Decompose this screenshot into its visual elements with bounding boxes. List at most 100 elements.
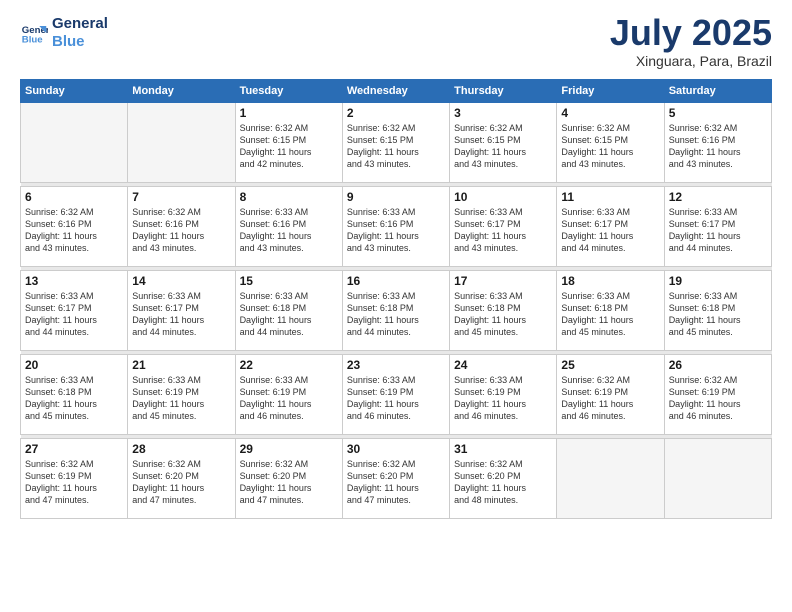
day-info: Sunrise: 6:33 AM Sunset: 6:17 PM Dayligh… xyxy=(669,206,767,255)
day-header: Tuesday xyxy=(235,80,342,103)
day-info: Sunrise: 6:33 AM Sunset: 6:16 PM Dayligh… xyxy=(347,206,445,255)
calendar-cell: 23Sunrise: 6:33 AM Sunset: 6:19 PM Dayli… xyxy=(342,355,449,435)
calendar-cell: 4Sunrise: 6:32 AM Sunset: 6:15 PM Daylig… xyxy=(557,103,664,183)
day-number: 25 xyxy=(561,358,659,372)
day-number: 28 xyxy=(132,442,230,456)
day-info: Sunrise: 6:32 AM Sunset: 6:20 PM Dayligh… xyxy=(240,458,338,507)
day-number: 15 xyxy=(240,274,338,288)
day-number: 5 xyxy=(669,106,767,120)
day-number: 31 xyxy=(454,442,552,456)
day-info: Sunrise: 6:33 AM Sunset: 6:17 PM Dayligh… xyxy=(25,290,123,339)
day-number: 30 xyxy=(347,442,445,456)
day-number: 3 xyxy=(454,106,552,120)
calendar-cell: 20 Sunrise: 6:33 AM Sunset: 6:18 PM Dayli… xyxy=(21,355,128,435)
day-number: 6 xyxy=(25,190,123,204)
day-info: Sunrise: 6:32 AM Sunset: 6:19 PM Dayligh… xyxy=(25,458,123,507)
day-info: Sunrise: 6:33 AM Sunset: 6:18 PM Dayligh… xyxy=(454,290,552,339)
day-number: 18 xyxy=(561,274,659,288)
day-number: 20 xyxy=(25,358,123,372)
day-number: 14 xyxy=(132,274,230,288)
day-number: 17 xyxy=(454,274,552,288)
calendar-cell: 11 Sunrise: 6:33 AM Sunset: 6:17 PM Dayli… xyxy=(557,187,664,267)
day-info: Sunrise: 6:33 AM Sunset: 6:16 PM Dayligh… xyxy=(240,206,338,255)
day-header: Thursday xyxy=(450,80,557,103)
calendar-cell xyxy=(557,439,664,519)
day-info: Sunrise: 6:33 AM Sunset: 6:18 PM Dayligh… xyxy=(25,374,123,423)
day-info: Sunrise: 6:33 AM Sunset: 6:17 PM Dayligh… xyxy=(454,206,552,255)
day-number: 21 xyxy=(132,358,230,372)
title-section: July 2025 Xinguara, Para, Brazil xyxy=(610,15,772,69)
day-number: 16 xyxy=(347,274,445,288)
day-info: Sunrise: 6:32 AM Sunset: 6:15 PM Dayligh… xyxy=(240,122,338,171)
day-info: Sunrise: 6:32 AM Sunset: 6:19 PM Dayligh… xyxy=(669,374,767,423)
day-number: 10 xyxy=(454,190,552,204)
calendar-cell: 29 Sunrise: 6:32 AM Sunset: 6:20 PM Dayli… xyxy=(235,439,342,519)
day-info: Sunrise: 6:32 AM Sunset: 6:16 PM Dayligh… xyxy=(669,122,767,171)
day-header: Friday xyxy=(557,80,664,103)
calendar-cell: 7 Sunrise: 6:32 AM Sunset: 6:16 PM Daylig… xyxy=(128,187,235,267)
day-number: 7 xyxy=(132,190,230,204)
calendar-cell: 22 Sunrise: 6:33 AM Sunset: 6:19 PM Dayli… xyxy=(235,355,342,435)
day-header: Monday xyxy=(128,80,235,103)
calendar-cell: 13 Sunrise: 6:33 AM Sunset: 6:17 PM Dayli… xyxy=(21,271,128,351)
calendar-cell: 1Sunrise: 6:32 AM Sunset: 6:15 PM Daylig… xyxy=(235,103,342,183)
calendar-cell: 6 Sunrise: 6:32 AM Sunset: 6:16 PM Daylig… xyxy=(21,187,128,267)
day-number: 2 xyxy=(347,106,445,120)
day-header: Sunday xyxy=(21,80,128,103)
calendar-cell: 18 Sunrise: 6:33 AM Sunset: 6:18 PM Dayli… xyxy=(557,271,664,351)
day-info: Sunrise: 6:32 AM Sunset: 6:20 PM Dayligh… xyxy=(347,458,445,507)
day-number: 4 xyxy=(561,106,659,120)
calendar-cell: 28 Sunrise: 6:32 AM Sunset: 6:20 PM Dayli… xyxy=(128,439,235,519)
day-info: Sunrise: 6:33 AM Sunset: 6:17 PM Dayligh… xyxy=(561,206,659,255)
day-header: Saturday xyxy=(664,80,771,103)
day-info: Sunrise: 6:32 AM Sunset: 6:20 PM Dayligh… xyxy=(454,458,552,507)
day-info: Sunrise: 6:33 AM Sunset: 6:18 PM Dayligh… xyxy=(669,290,767,339)
day-info: Sunrise: 6:33 AM Sunset: 6:17 PM Dayligh… xyxy=(132,290,230,339)
day-info: Sunrise: 6:32 AM Sunset: 6:20 PM Dayligh… xyxy=(132,458,230,507)
calendar-cell: 31 Sunrise: 6:32 AM Sunset: 6:20 PM Dayli… xyxy=(450,439,557,519)
calendar-cell: 8 Sunrise: 6:33 AM Sunset: 6:16 PM Daylig… xyxy=(235,187,342,267)
calendar-cell: 26 Sunrise: 6:32 AM Sunset: 6:19 PM Dayli… xyxy=(664,355,771,435)
day-info: Sunrise: 6:33 AM Sunset: 6:19 PM Dayligh… xyxy=(454,374,552,423)
calendar-cell: 12 Sunrise: 6:33 AM Sunset: 6:17 PM Dayli… xyxy=(664,187,771,267)
day-number: 8 xyxy=(240,190,338,204)
day-number: 9 xyxy=(347,190,445,204)
day-info: Sunrise: 6:32 AM Sunset: 6:15 PM Dayligh… xyxy=(347,122,445,171)
calendar-cell: 9 Sunrise: 6:33 AM Sunset: 6:16 PM Daylig… xyxy=(342,187,449,267)
calendar-cell: 15 Sunrise: 6:33 AM Sunset: 6:18 PM Dayli… xyxy=(235,271,342,351)
day-info: Sunrise: 6:33 AM Sunset: 6:18 PM Dayligh… xyxy=(240,290,338,339)
day-info: Sunrise: 6:32 AM Sunset: 6:16 PM Dayligh… xyxy=(132,206,230,255)
logo-line1: General xyxy=(52,15,108,33)
calendar-cell: 17 Sunrise: 6:33 AM Sunset: 6:18 PM Dayli… xyxy=(450,271,557,351)
day-info: Sunrise: 6:33 AM Sunset: 6:19 PM Dayligh… xyxy=(347,374,445,423)
day-number: 11 xyxy=(561,190,659,204)
day-info: Sunrise: 6:33 AM Sunset: 6:19 PM Dayligh… xyxy=(240,374,338,423)
day-info: Sunrise: 6:32 AM Sunset: 6:16 PM Dayligh… xyxy=(25,206,123,255)
calendar-cell: 16 Sunrise: 6:33 AM Sunset: 6:18 PM Dayli… xyxy=(342,271,449,351)
svg-text:Blue: Blue xyxy=(22,35,43,46)
logo-line2: Blue xyxy=(52,33,108,51)
day-number: 26 xyxy=(669,358,767,372)
calendar-cell: 27Sunrise: 6:32 AM Sunset: 6:19 PM Dayli… xyxy=(21,439,128,519)
calendar-cell: 24Sunrise: 6:33 AM Sunset: 6:19 PM Dayli… xyxy=(450,355,557,435)
day-header: Wednesday xyxy=(342,80,449,103)
calendar-cell: 14 Sunrise: 6:33 AM Sunset: 6:17 PM Dayli… xyxy=(128,271,235,351)
day-info: Sunrise: 6:33 AM Sunset: 6:18 PM Dayligh… xyxy=(347,290,445,339)
location: Xinguara, Para, Brazil xyxy=(610,53,772,69)
day-info: Sunrise: 6:32 AM Sunset: 6:19 PM Dayligh… xyxy=(561,374,659,423)
day-number: 13 xyxy=(25,274,123,288)
day-number: 22 xyxy=(240,358,338,372)
day-number: 12 xyxy=(669,190,767,204)
calendar-cell xyxy=(664,439,771,519)
calendar-cell: 30 Sunrise: 6:32 AM Sunset: 6:20 PM Dayli… xyxy=(342,439,449,519)
day-number: 29 xyxy=(240,442,338,456)
calendar-cell: 25 Sunrise: 6:32 AM Sunset: 6:19 PM Dayli… xyxy=(557,355,664,435)
calendar-cell: 19Sunrise: 6:33 AM Sunset: 6:18 PM Dayli… xyxy=(664,271,771,351)
calendar-cell: 5 Sunrise: 6:32 AM Sunset: 6:16 PM Daylig… xyxy=(664,103,771,183)
calendar-cell: 21Sunrise: 6:33 AM Sunset: 6:19 PM Dayli… xyxy=(128,355,235,435)
logo: General Blue General Blue xyxy=(20,15,108,51)
calendar: SundayMondayTuesdayWednesdayThursdayFrid… xyxy=(20,79,772,519)
calendar-cell xyxy=(128,103,235,183)
day-info: Sunrise: 6:33 AM Sunset: 6:18 PM Dayligh… xyxy=(561,290,659,339)
month-title: July 2025 xyxy=(610,15,772,51)
